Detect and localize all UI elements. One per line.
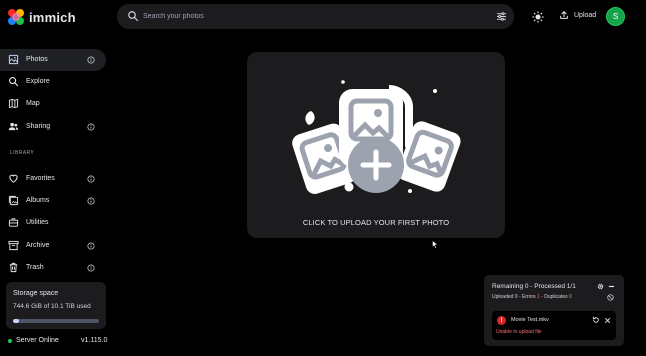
duplicates-count: 0: [569, 294, 572, 300]
sidebar-item-label: Photos: [26, 56, 48, 63]
upload-file-error: Unable to upload file: [496, 329, 542, 335]
trash-icon: [9, 262, 18, 273]
archive-icon: [8, 240, 19, 251]
sharing-icon: [8, 122, 19, 131]
sidebar-item-sharing[interactable]: Sharing: [0, 116, 106, 138]
utilities-icon: [8, 218, 19, 227]
top-bar: immich Upload: [0, 0, 646, 34]
sidebar-item-label: Explore: [26, 78, 50, 85]
duplicates-label: - Duplicates: [539, 294, 569, 300]
storage-progress-fill: [13, 319, 20, 323]
sidebar-item-explore[interactable]: Explore: [0, 71, 106, 93]
sidebar-item-label: Favorites: [26, 175, 55, 182]
upload-icon: [560, 11, 568, 19]
info-icon[interactable]: [87, 197, 95, 205]
sidebar-item-label: Sharing: [26, 123, 51, 130]
sidebar-item-trash[interactable]: Trash: [0, 257, 106, 279]
sidebar-item-utilities[interactable]: Utilities: [0, 212, 106, 234]
empty-state-text: CLICK TO UPLOAD YOUR FIRST PHOTO: [302, 218, 450, 227]
sidebar-item-photos[interactable]: Photos: [0, 49, 106, 71]
sidebar-item-label: Map: [26, 100, 40, 107]
upload-stats: Uploaded 0 - Errors 1 - Duplicates 0: [492, 294, 572, 300]
photos-icon: [8, 54, 19, 65]
sidebar-item-label: Archive: [26, 242, 50, 249]
server-status: Server Online: [8, 337, 59, 344]
info-icon[interactable]: [87, 264, 95, 272]
user-avatar[interactable]: S: [606, 7, 625, 26]
sidebar-item-label: Utilities: [26, 219, 49, 226]
server-version[interactable]: v1.115.0: [81, 337, 107, 344]
upload-dropzone[interactable]: CLICK TO UPLOAD YOUR FIRST PHOTO: [247, 52, 505, 238]
sidebar-item-favorites[interactable]: Favorites: [0, 168, 106, 190]
storage-progress-bar: [13, 319, 99, 323]
uploaded-errors-label: Uploaded 0 - Errors: [492, 294, 538, 300]
upload-panel-title: Remaining 0 - Processed 1/1: [492, 283, 576, 290]
sidebar-item-archive[interactable]: Archive: [0, 235, 106, 257]
search-bar[interactable]: [117, 4, 514, 29]
search-options-icon[interactable]: [496, 11, 507, 22]
sidebar-item-label: Trash: [26, 264, 44, 271]
sidebar-item-map[interactable]: Map: [0, 93, 106, 115]
upload-file-name: Movie Test.mkv: [511, 317, 549, 323]
theme-toggle-icon[interactable]: [532, 11, 544, 23]
app-name: immich: [29, 9, 76, 25]
pause-icon[interactable]: [607, 294, 614, 301]
upload-status-panel: Remaining 0 - Processed 1/1 Uploaded 0 -…: [484, 275, 624, 346]
sidebar-item-albums[interactable]: Albums: [0, 190, 106, 212]
online-status-dot: [8, 338, 12, 343]
storage-card: Storage space 744.6 GiB of 10.1 TiB used: [6, 282, 106, 329]
search-icon: [128, 11, 139, 22]
upload-button[interactable]: Upload: [559, 10, 596, 20]
storage-used-text: 744.6 GiB of 10.1 TiB used: [13, 303, 91, 310]
retry-icon[interactable]: [592, 316, 600, 324]
storage-title: Storage space: [13, 290, 59, 297]
mouse-cursor-icon: [432, 240, 439, 249]
info-icon[interactable]: [87, 56, 95, 64]
sidebar-item-label: Albums: [26, 197, 50, 204]
empty-photos-illustration: [292, 80, 461, 194]
search-input[interactable]: [143, 4, 483, 29]
albums-icon: [8, 195, 19, 206]
immich-logo-icon: [8, 9, 24, 25]
close-icon[interactable]: [604, 317, 611, 324]
gear-icon[interactable]: [597, 283, 604, 290]
map-icon: [8, 98, 19, 109]
info-icon[interactable]: [87, 175, 95, 183]
server-status-label: Server Online: [16, 337, 59, 344]
explore-icon: [9, 77, 19, 87]
info-icon[interactable]: [87, 123, 95, 131]
app-logo[interactable]: immich: [8, 9, 76, 25]
heart-icon: [9, 174, 18, 183]
upload-file-item: ! Movie Test.mkv Unable to upload file: [492, 311, 616, 340]
minimize-icon[interactable]: [608, 284, 615, 289]
upload-label: Upload: [574, 11, 597, 19]
library-section-label: LIBRARY: [10, 150, 35, 156]
info-icon[interactable]: [87, 242, 95, 250]
error-icon: !: [497, 316, 506, 325]
